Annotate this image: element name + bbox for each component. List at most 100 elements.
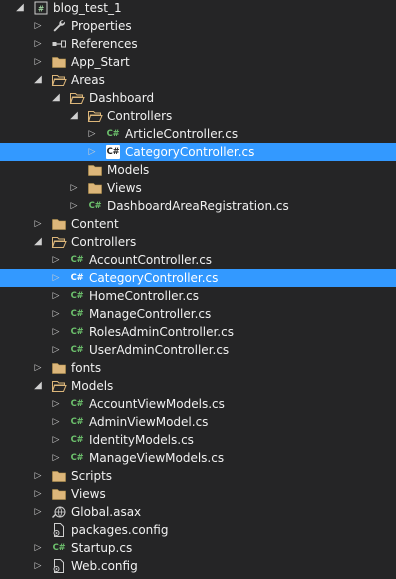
tree-item-label: CategoryController.cs — [125, 145, 255, 159]
expand-arrow-icon[interactable]: ▷ — [87, 143, 97, 161]
expand-arrow-icon[interactable]: ▷ — [33, 557, 43, 575]
collapse-arrow-icon[interactable]: ◢ — [51, 89, 61, 107]
tree-item-label: Areas — [71, 73, 105, 87]
expand-arrow-icon[interactable]: ▷ — [51, 431, 61, 449]
tree-item[interactable]: ▷ C# DashboardAreaRegistration.cs — [0, 197, 396, 215]
tree-item-label: Global.asax — [71, 505, 142, 519]
csharp-glyph: C# — [70, 435, 84, 445]
expand-arrow-icon[interactable]: ▷ — [51, 449, 61, 467]
tree-item-label: Properties — [71, 19, 132, 33]
tree-item[interactable]: ▷ C# CategoryController.cs — [0, 143, 396, 161]
tree-item[interactable]: ▷ C# UserAdminController.cs — [0, 341, 396, 359]
expand-arrow-icon[interactable]: ▷ — [33, 467, 43, 485]
csharp-file-icon: C# — [69, 396, 85, 412]
tree-item-label: ManageViewModels.cs — [89, 451, 225, 465]
folder-open-icon — [51, 234, 67, 250]
tree-item-label: HomeController.cs — [89, 289, 200, 303]
tree-item[interactable]: ▷ C# IdentityModels.cs — [0, 431, 396, 449]
tree-item[interactable]: ◢ # blog_test_1 — [0, 0, 396, 17]
tree-item[interactable]: ◢ Areas — [0, 71, 396, 89]
tree-item-label: Startup.cs — [71, 541, 133, 555]
expand-arrow-icon[interactable]: ▷ — [33, 35, 43, 53]
config-file-icon — [51, 522, 67, 538]
expand-arrow-icon[interactable]: ▷ — [51, 341, 61, 359]
csharp-file-icon: C# — [105, 126, 121, 142]
csharp-glyph: C# — [70, 309, 84, 319]
csharp-glyph: C# — [70, 345, 84, 355]
expand-arrow-icon[interactable]: ▷ — [33, 485, 43, 503]
csharp-glyph: C# — [70, 453, 84, 463]
expand-arrow-icon[interactable]: ▷ — [69, 197, 79, 215]
tree-item[interactable]: ◢ Dashboard — [0, 89, 396, 107]
tree-item[interactable]: ▷ C# CategoryController.cs — [0, 269, 396, 287]
expand-arrow-icon[interactable]: ▷ — [51, 413, 61, 431]
collapse-arrow-icon[interactable]: ◢ — [33, 71, 43, 89]
tree-item[interactable]: Models — [0, 161, 396, 179]
tree-item[interactable]: ▷ C# RolesAdminController.cs — [0, 323, 396, 341]
csharp-file-icon: C# — [51, 540, 67, 556]
wrench-icon — [51, 18, 67, 34]
folder-icon — [51, 54, 67, 70]
tree-item[interactable]: ▷ C# ManageController.cs — [0, 305, 396, 323]
expand-arrow-icon[interactable]: ▷ — [33, 503, 43, 521]
tree-item[interactable]: ▷ References — [0, 35, 396, 53]
expand-arrow-icon[interactable]: ▷ — [33, 53, 43, 71]
csharp-file-icon: C# — [69, 270, 85, 286]
expand-arrow-icon[interactable]: ▷ — [51, 323, 61, 341]
tree-item[interactable]: ▷ Scripts — [0, 467, 396, 485]
folder-icon — [51, 468, 67, 484]
collapse-arrow-icon[interactable]: ◢ — [33, 233, 43, 251]
expand-arrow-icon[interactable]: ▷ — [33, 17, 43, 35]
tree-item[interactable]: ▷ C# ArticleController.cs — [0, 125, 396, 143]
global-asax-icon — [51, 504, 67, 520]
tree-item[interactable]: ▷ Views — [0, 179, 396, 197]
tree-item[interactable]: ▷ C# AdminViewModel.cs — [0, 413, 396, 431]
tree-item[interactable]: ◢ Models — [0, 377, 396, 395]
tree-item[interactable]: ◢ Controllers — [0, 233, 396, 251]
tree-item-label: Web.config — [71, 559, 138, 573]
expand-arrow-icon[interactable]: ▷ — [33, 359, 43, 377]
collapse-arrow-icon[interactable]: ◢ — [69, 107, 79, 125]
tree-item-label: Scripts — [71, 469, 113, 483]
expand-arrow-icon[interactable]: ▷ — [51, 269, 61, 287]
expand-arrow-icon[interactable]: ▷ — [87, 125, 97, 143]
folder-icon — [87, 162, 103, 178]
tree-item[interactable]: ▷ C# AccountController.cs — [0, 251, 396, 269]
tree-item[interactable]: ▷ Web.config — [0, 557, 396, 575]
tree-item[interactable]: packages.config — [0, 521, 396, 539]
tree-item[interactable]: ◢ Controllers — [0, 107, 396, 125]
tree-item[interactable]: ▷ C# Startup.cs — [0, 539, 396, 557]
tree-item-label: blog_test_1 — [53, 1, 122, 15]
config-file-icon — [51, 558, 67, 574]
csharp-file-icon: C# — [69, 288, 85, 304]
tree-item-label: ManageController.cs — [89, 307, 212, 321]
collapse-arrow-icon[interactable]: ◢ — [33, 377, 43, 395]
expand-arrow-icon[interactable]: ▷ — [51, 287, 61, 305]
tree-item[interactable]: ▷ Views — [0, 485, 396, 503]
collapse-arrow-icon[interactable]: ◢ — [15, 0, 25, 17]
csharp-glyph: C# — [70, 273, 84, 283]
svg-text:#: # — [38, 4, 44, 13]
tree-item-label: IdentityModels.cs — [89, 433, 194, 447]
csharp-file-icon: C# — [87, 198, 103, 214]
expand-arrow-icon[interactable]: ▷ — [69, 179, 79, 197]
csharp-glyph: C# — [106, 145, 120, 159]
csharp-file-icon: C# — [69, 432, 85, 448]
tree-item[interactable]: ▷ fonts — [0, 359, 396, 377]
tree-item-label: Views — [71, 487, 106, 501]
tree-item[interactable]: ▷ Properties — [0, 17, 396, 35]
tree-item-label: RolesAdminController.cs — [89, 325, 234, 339]
tree-item[interactable]: ▷ Content — [0, 215, 396, 233]
expand-arrow-icon[interactable]: ▷ — [33, 215, 43, 233]
tree-item[interactable]: ▷ C# HomeController.cs — [0, 287, 396, 305]
tree-item[interactable]: ▷ Global.asax — [0, 503, 396, 521]
tree-item[interactable]: ▷ C# ManageViewModels.cs — [0, 449, 396, 467]
tree-item[interactable]: ▷ App_Start — [0, 53, 396, 71]
expand-arrow-icon[interactable]: ▷ — [51, 305, 61, 323]
expand-arrow-icon[interactable]: ▷ — [33, 539, 43, 557]
csharp-glyph: C# — [70, 327, 84, 337]
tree-item[interactable]: ▷ C# AccountViewModels.cs — [0, 395, 396, 413]
tree-item-label: AdminViewModel.cs — [89, 415, 209, 429]
expand-arrow-icon[interactable]: ▷ — [51, 251, 61, 269]
expand-arrow-icon[interactable]: ▷ — [51, 395, 61, 413]
